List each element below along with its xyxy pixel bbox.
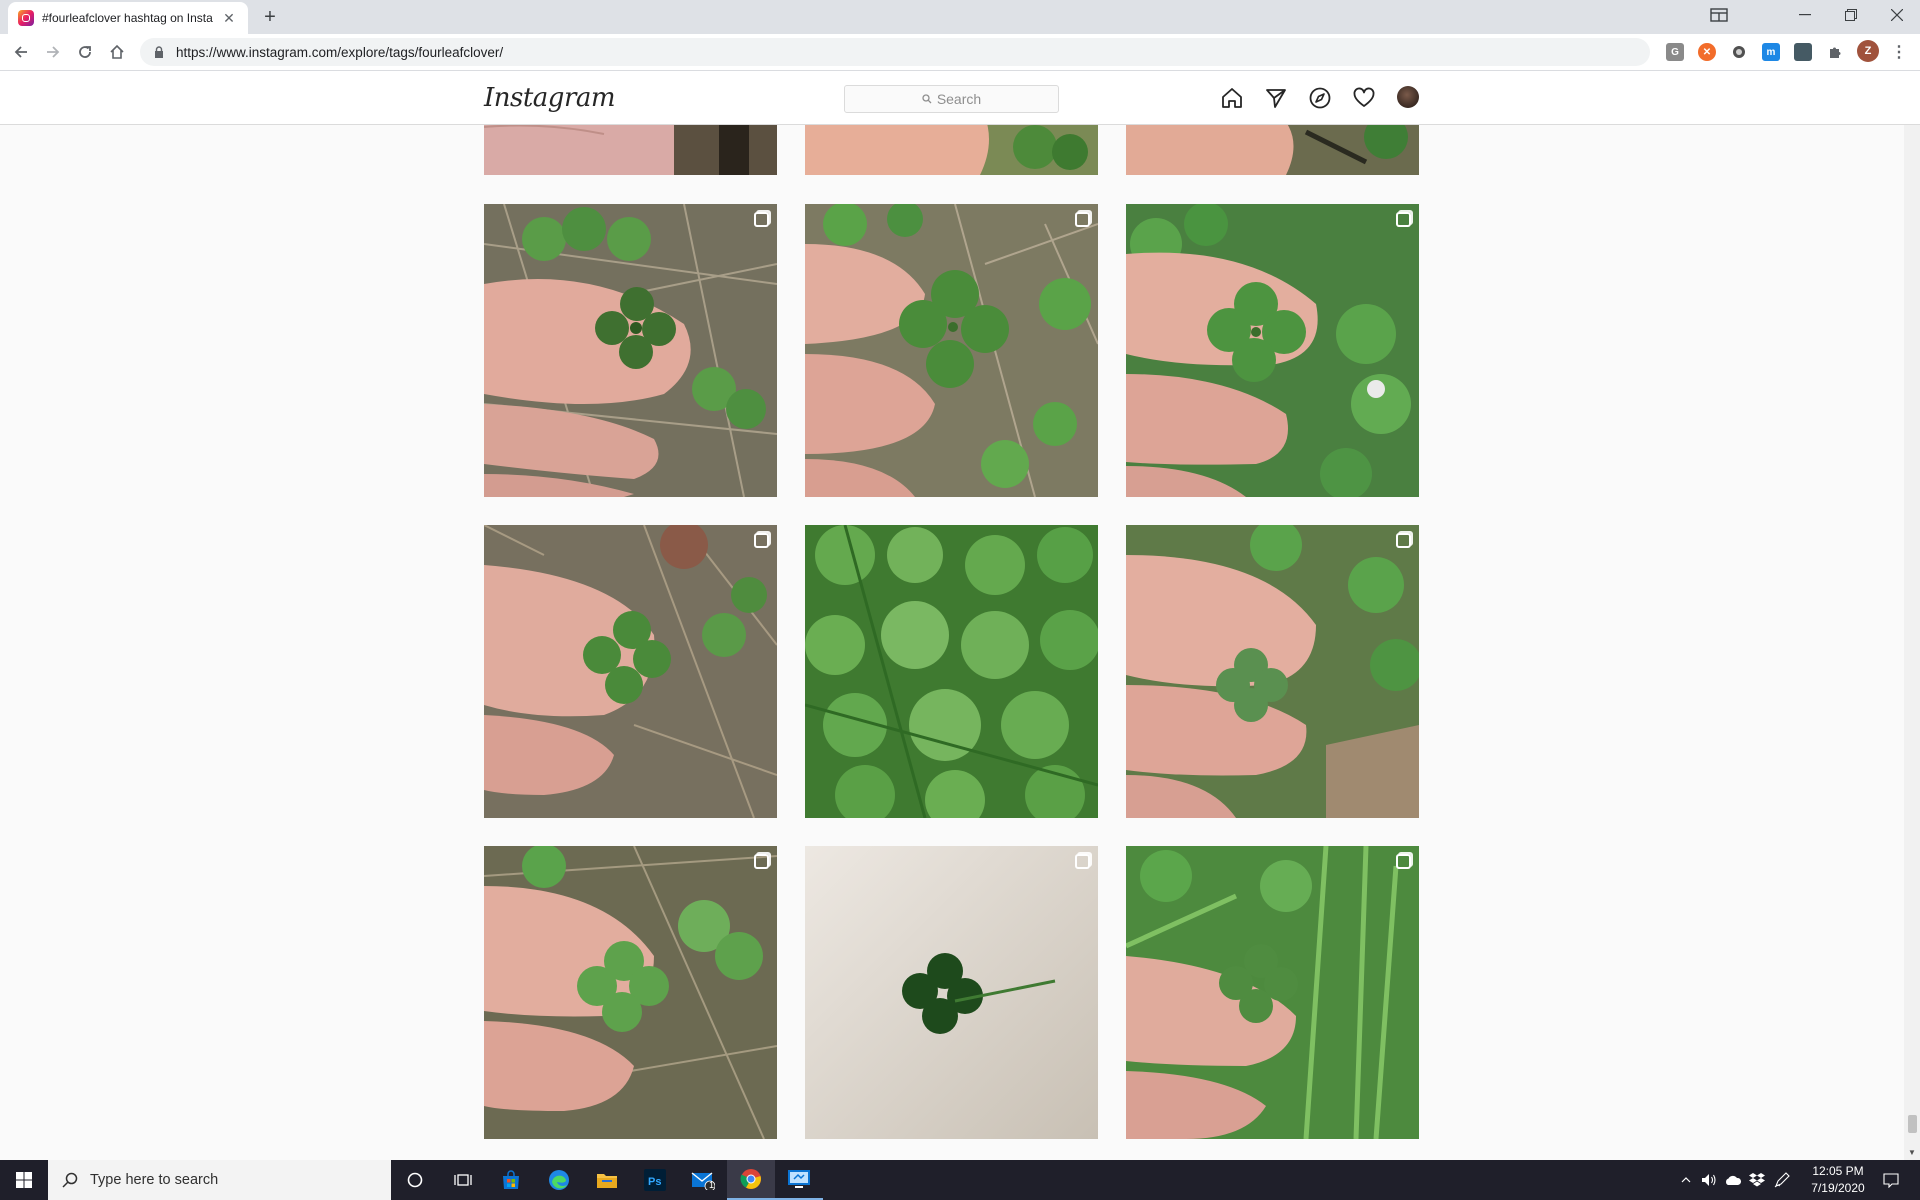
home-icon[interactable]: [1220, 86, 1244, 110]
new-tab-button[interactable]: +: [258, 5, 282, 29]
close-tab-icon[interactable]: ✕: [220, 9, 238, 27]
lock-icon[interactable]: [152, 45, 166, 59]
volume-icon[interactable]: [1698, 1160, 1720, 1200]
honey-icon[interactable]: ✕: [1698, 43, 1716, 61]
post-r2-c1[interactable]: [805, 525, 1098, 818]
taskbar-search-box[interactable]: Type here to search: [48, 1160, 391, 1200]
browser-tab[interactable]: #fourleafclover hashtag on Insta ✕: [8, 2, 248, 34]
multiple-photos-icon: [1396, 854, 1411, 869]
instagram-logo[interactable]: Instagram: [484, 83, 616, 113]
post-image: [484, 204, 777, 497]
chrome-icon[interactable]: [727, 1160, 775, 1200]
instagram-header: Instagram Search: [0, 71, 1920, 125]
show-hidden-icons-chevron-icon[interactable]: [1676, 1160, 1696, 1200]
post-r3-c0[interactable]: [484, 846, 777, 1139]
clock-time: 12:05 PM: [1812, 1164, 1864, 1178]
post-image: [1126, 204, 1419, 497]
profile-avatar[interactable]: Z: [1857, 40, 1879, 62]
tab-title: #fourleafclover hashtag on Insta: [42, 11, 213, 25]
photoshop-icon[interactable]: Ps: [631, 1160, 679, 1200]
search-icon: [62, 1172, 78, 1188]
windows-logo-icon: [16, 1172, 32, 1188]
page-scrollbar[interactable]: ▲ ▼: [1904, 71, 1920, 1160]
multiple-photos-icon: [754, 212, 769, 227]
tab-search-icon[interactable]: [1696, 0, 1742, 30]
post-image: [1126, 525, 1419, 818]
cortana-icon[interactable]: [391, 1160, 439, 1200]
scroll-down-arrow-icon[interactable]: ▼: [1904, 1144, 1920, 1160]
minimize-button[interactable]: [1782, 0, 1828, 30]
puzzle-icon[interactable]: [1826, 43, 1844, 61]
microsoft-store-icon[interactable]: [487, 1160, 535, 1200]
chrome-menu-icon[interactable]: ⋮: [1890, 43, 1908, 61]
post-image: [484, 525, 777, 818]
post-r3-c1[interactable]: [805, 846, 1098, 1139]
reload-button[interactable]: [72, 39, 98, 65]
post-image: [805, 525, 1098, 818]
post-r0-c1[interactable]: [805, 125, 1098, 175]
forward-button[interactable]: [40, 39, 66, 65]
browser-tab-strip: #fourleafclover hashtag on Insta ✕ +: [0, 0, 1920, 34]
post-image: [805, 204, 1098, 497]
post-r1-c1[interactable]: [805, 204, 1098, 497]
action-center-icon[interactable]: [1874, 1160, 1908, 1200]
clock-date: 7/19/2020: [1811, 1181, 1865, 1195]
post-r1-c0[interactable]: [484, 204, 777, 497]
post-image: [805, 846, 1098, 1139]
post-r2-c0[interactable]: [484, 525, 777, 818]
taskbar-search-placeholder: Type here to search: [90, 1172, 219, 1188]
post-r3-c2[interactable]: [1126, 846, 1419, 1139]
reader-extension-icon[interactable]: [1794, 43, 1812, 61]
edge-icon[interactable]: [535, 1160, 583, 1200]
system-clock[interactable]: 12:05 PM 7/19/2020: [1800, 1163, 1876, 1197]
restore-button[interactable]: [1828, 0, 1874, 30]
multiple-photos-icon: [1075, 854, 1090, 869]
post-r0-c0[interactable]: [484, 125, 777, 175]
windows-taskbar: Type here to search Ps 1 12:05 PM 7/19/2…: [0, 1160, 1920, 1200]
m-extension-icon[interactable]: m: [1762, 43, 1780, 61]
remote-desktop-icon[interactable]: [775, 1160, 823, 1200]
browser-toolbar: https://www.instagram.com/explore/tags/f…: [0, 34, 1920, 71]
activity-heart-icon[interactable]: [1352, 86, 1376, 110]
post-r0-c2[interactable]: [1126, 125, 1419, 175]
grammarly-icon[interactable]: G: [1666, 43, 1684, 61]
post-image: [805, 125, 1098, 175]
post-image: [1126, 125, 1419, 175]
post-r1-c2[interactable]: [1126, 204, 1419, 497]
instagram-favicon-icon: [18, 10, 34, 26]
mail-badge: 1: [709, 1180, 715, 1190]
pen-workspace-icon[interactable]: [1770, 1160, 1794, 1200]
start-button[interactable]: [0, 1160, 48, 1200]
home-button[interactable]: [104, 39, 130, 65]
onedrive-icon[interactable]: [1722, 1160, 1744, 1200]
search-input[interactable]: Search: [844, 85, 1059, 113]
dropbox-icon[interactable]: [1746, 1160, 1768, 1200]
post-image: [1126, 846, 1419, 1139]
dark-reader-icon[interactable]: [1730, 43, 1748, 61]
search-icon: [922, 94, 932, 104]
multiple-photos-icon: [1396, 212, 1411, 227]
multiple-photos-icon: [754, 533, 769, 548]
search-placeholder: Search: [936, 91, 982, 107]
explore-feed: [0, 125, 1904, 1160]
close-window-button[interactable]: [1874, 0, 1920, 30]
back-button[interactable]: [8, 39, 34, 65]
url-text: https://www.instagram.com/explore/tags/f…: [176, 44, 504, 60]
address-bar[interactable]: https://www.instagram.com/explore/tags/f…: [140, 38, 1650, 66]
svg-text:Ps: Ps: [648, 1176, 661, 1188]
task-view-icon[interactable]: [439, 1160, 487, 1200]
multiple-photos-icon: [754, 854, 769, 869]
scrollbar-thumb[interactable]: [1908, 1115, 1917, 1133]
profile-avatar-icon[interactable]: [1397, 86, 1419, 108]
post-image: [484, 846, 777, 1139]
multiple-photos-icon: [1075, 212, 1090, 227]
post-image: [484, 125, 777, 175]
multiple-photos-icon: [1396, 533, 1411, 548]
direct-messages-icon[interactable]: [1264, 86, 1288, 110]
mail-icon[interactable]: 1: [679, 1160, 727, 1200]
file-explorer-icon[interactable]: [583, 1160, 631, 1200]
post-r2-c2[interactable]: [1126, 525, 1419, 818]
explore-icon[interactable]: [1308, 86, 1332, 110]
